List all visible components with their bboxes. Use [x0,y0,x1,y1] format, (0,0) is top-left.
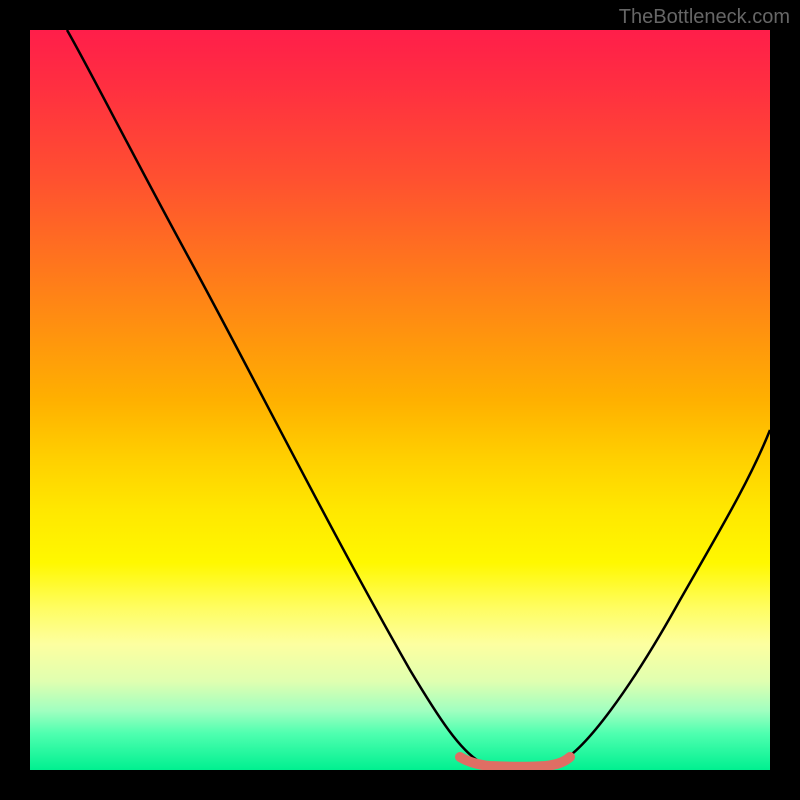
bottleneck-curve-line [67,30,770,767]
chart-plot-area [30,30,770,770]
curve-svg [30,30,770,770]
watermark-text: TheBottleneck.com [619,6,790,29]
